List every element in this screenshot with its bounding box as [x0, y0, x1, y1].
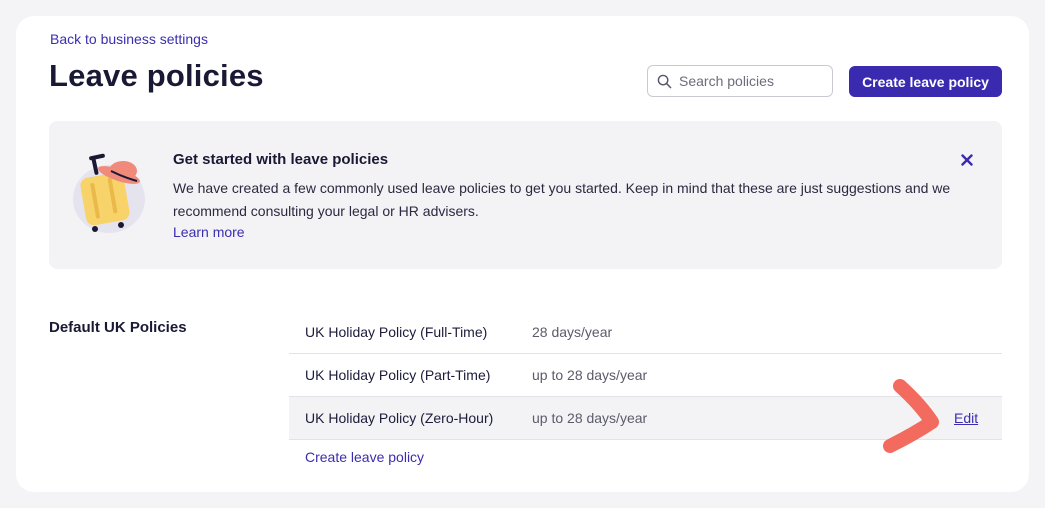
search-box[interactable] — [647, 65, 833, 97]
policy-allowance: up to 28 days/year — [532, 410, 648, 426]
create-leave-policy-button[interactable]: Create leave policy — [849, 66, 1002, 97]
policy-name: UK Holiday Policy (Part-Time) — [305, 367, 491, 383]
banner-title: Get started with leave policies — [173, 151, 389, 168]
search-icon — [657, 74, 672, 88]
close-icon — [961, 154, 973, 166]
page-title: Leave policies — [49, 58, 264, 93]
back-to-settings-link[interactable]: Back to business settings — [50, 31, 208, 47]
policy-allowance: 28 days/year — [532, 324, 613, 340]
get-started-banner: Get started with leave policies We have … — [49, 121, 1002, 269]
edit-policy-link[interactable]: Edit — [954, 410, 978, 426]
policy-name: UK Holiday Policy (Full-Time) — [305, 324, 488, 340]
search-input[interactable] — [679, 73, 829, 89]
annotation-arrow-icon — [883, 379, 939, 453]
main-card: Back to business settings Leave policies… — [16, 16, 1029, 492]
suitcase-hat-illustration — [73, 153, 145, 233]
learn-more-link[interactable]: Learn more — [173, 224, 245, 240]
banner-description: We have created a few commonly used leav… — [173, 180, 951, 219]
policy-row[interactable]: UK Holiday Policy (Full-Time) 28 days/ye… — [289, 311, 1002, 354]
section-label-default-uk-policies: Default UK Policies — [49, 319, 187, 336]
close-banner-button[interactable] — [957, 150, 977, 170]
policy-allowance: up to 28 days/year — [532, 367, 648, 383]
policy-name: UK Holiday Policy (Zero-Hour) — [305, 410, 494, 426]
create-leave-policy-link[interactable]: Create leave policy — [305, 449, 424, 465]
